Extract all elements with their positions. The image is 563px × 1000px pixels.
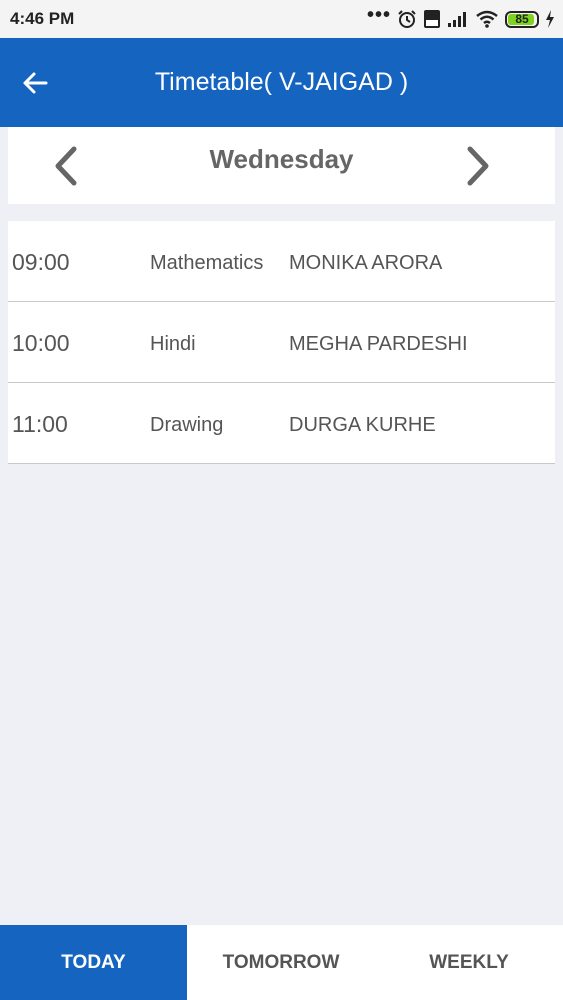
status-bar: 4:46 PM ••• 85 — [0, 0, 563, 38]
teacher-name: DURGA KURHE — [289, 414, 436, 436]
status-time: 4:46 PM — [10, 9, 75, 28]
tab-weekly[interactable]: WEEKLY — [375, 925, 563, 1000]
tab-tomorrow[interactable]: TOMORROW — [187, 925, 375, 1000]
page-title: Timetable( V-JAIGAD ) — [154, 68, 409, 96]
subject-name: Mathematics — [150, 252, 264, 274]
day-selector: Wednesday — [8, 127, 555, 204]
app-bar: Timetable( V-JAIGAD ) — [0, 38, 563, 127]
period-time: 10:00 — [12, 330, 70, 356]
subject-name: Hindi — [150, 333, 196, 355]
signal-icon — [447, 10, 469, 28]
period-time: 09:00 — [12, 249, 70, 275]
teacher-name: MEGHA PARDESHI — [289, 333, 468, 355]
timetable-row: 10:00 Hindi MEGHA PARDESHI — [8, 302, 555, 383]
status-icons: ••• 85 — [367, 5, 555, 29]
tab-today[interactable]: TODAY — [0, 925, 187, 1000]
chevron-right-icon — [467, 146, 489, 186]
alarm-icon — [397, 9, 417, 29]
charging-icon — [545, 10, 555, 28]
bottom-tab-bar: TODAY TOMORROW WEEKLY — [0, 925, 563, 1000]
timetable-list: 09:00 Mathematics MONIKA ARORA 10:00 Hin… — [8, 221, 555, 464]
teacher-name: MONIKA ARORA — [289, 252, 443, 274]
timetable-row: 11:00 Drawing DURGA KURHE — [8, 383, 555, 464]
next-day-button[interactable] — [458, 145, 498, 187]
battery-level: 85 — [515, 12, 529, 26]
wifi-icon — [475, 10, 499, 28]
subject-name: Drawing — [150, 414, 224, 436]
battery-icon: 85 — [505, 10, 539, 28]
volte-icon — [423, 9, 441, 29]
period-time: 11:00 — [12, 411, 68, 437]
timetable-row: 09:00 Mathematics MONIKA ARORA — [8, 221, 555, 302]
more-notifications-icon: ••• — [366, 4, 391, 26]
